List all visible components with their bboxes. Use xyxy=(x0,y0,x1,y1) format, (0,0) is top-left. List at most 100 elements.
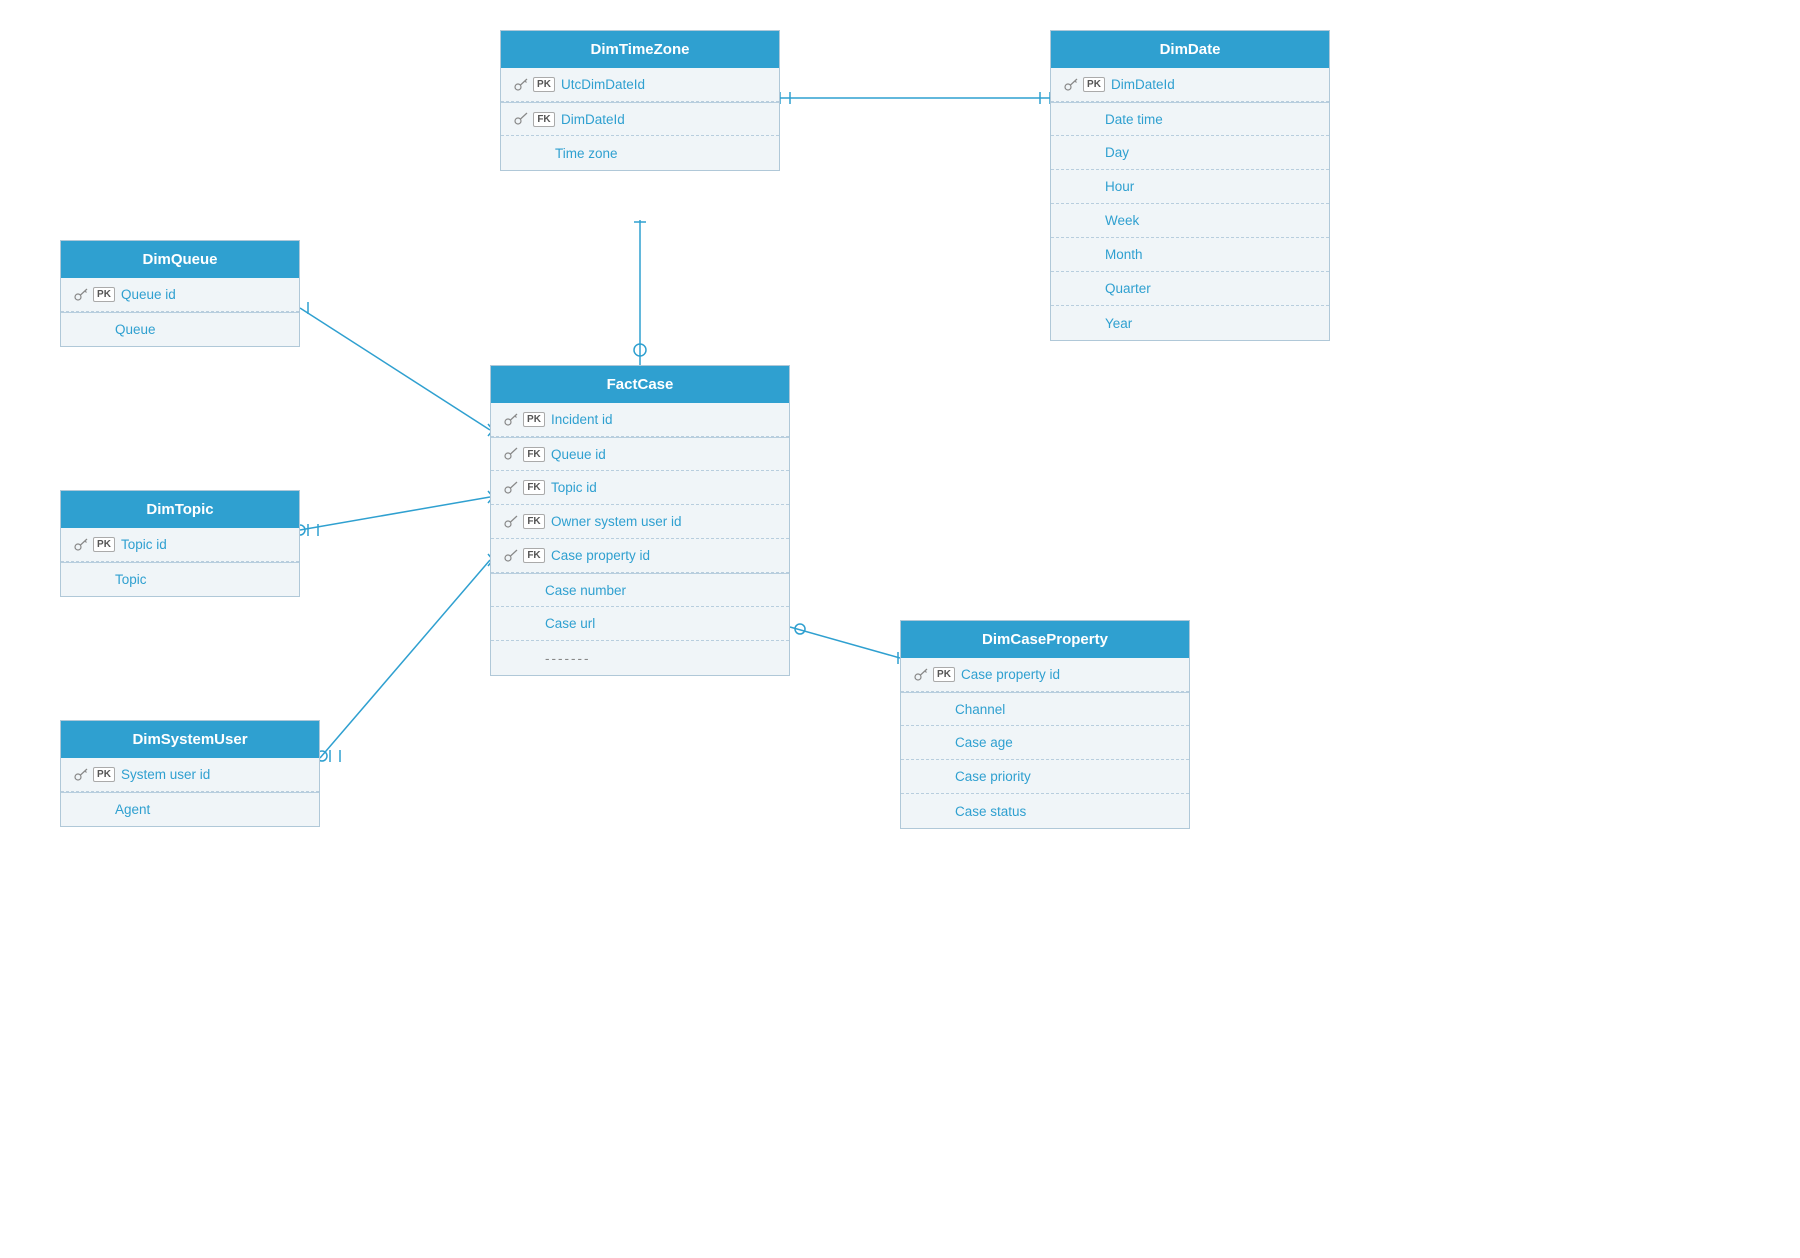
fk-badge: FK xyxy=(523,480,545,495)
field-name: Queue id xyxy=(121,287,176,302)
field-name: Channel xyxy=(955,702,1005,717)
entity-title-dimtopic: DimTopic xyxy=(146,501,213,518)
entity-row: Time zone xyxy=(501,136,779,170)
entity-row: PK Incident id xyxy=(491,403,789,437)
field-name: Case priority xyxy=(955,769,1031,784)
field-name: Quarter xyxy=(1105,281,1151,296)
entity-header-dimqueue: DimQueue xyxy=(61,241,299,278)
entity-row: Case status xyxy=(901,794,1189,828)
entity-dimtopic: DimTopic PK Topic id Topic xyxy=(60,490,300,597)
entity-body-dimcaseproperty: PK Case property id Channel Case age Cas… xyxy=(901,658,1189,828)
fk-badge: FK xyxy=(523,447,545,462)
entity-row: Case url xyxy=(491,607,789,641)
entity-body-dimsystemuser: PK System user id Agent xyxy=(61,758,319,826)
entity-title-dimdate: DimDate xyxy=(1160,41,1221,58)
field-name: Topic xyxy=(115,572,147,587)
entity-row: Agent xyxy=(61,792,319,826)
entity-row: FK Topic id xyxy=(491,471,789,505)
entity-header-dimsystemuser: DimSystemUser xyxy=(61,721,319,758)
entity-row: Topic xyxy=(61,562,299,596)
entity-row: Case age xyxy=(901,726,1189,760)
entity-body-dimdate: PK DimDateId Date time Day Hour Week Mon… xyxy=(1051,68,1329,340)
field-name: Case property id xyxy=(551,548,650,563)
key-icon xyxy=(513,77,529,93)
entity-header-dimtopic: DimTopic xyxy=(61,491,299,528)
key-icon xyxy=(513,111,529,127)
entity-row: PK Case property id xyxy=(901,658,1189,692)
entity-row: PK Topic id xyxy=(61,528,299,562)
entity-header-dimdate: DimDate xyxy=(1051,31,1329,68)
field-name: Case url xyxy=(545,616,595,631)
fk-badge: FK xyxy=(523,548,545,563)
field-name: Time zone xyxy=(555,146,618,161)
entity-title-dimsystemuser: DimSystemUser xyxy=(132,731,247,748)
entity-row: PK UtcDimDateId xyxy=(501,68,779,102)
fk-badge: FK xyxy=(523,514,545,529)
entity-row: FK Owner system user id xyxy=(491,505,789,539)
field-name: Case number xyxy=(545,583,626,598)
entity-row: Queue xyxy=(61,312,299,346)
field-name: Agent xyxy=(115,802,150,817)
field-name: System user id xyxy=(121,767,210,782)
field-name: Case age xyxy=(955,735,1013,750)
field-name: Queue id xyxy=(551,447,606,462)
entity-row: Month xyxy=(1051,238,1329,272)
key-icon xyxy=(503,480,519,496)
entity-factcase: FactCase PK Incident id FK Queue id FK T… xyxy=(490,365,790,676)
field-name: Topic id xyxy=(551,480,597,495)
entity-row: Case priority xyxy=(901,760,1189,794)
field-name: Topic id xyxy=(121,537,167,552)
entity-dimtimezone: DimTimeZone PK UtcDimDateId FK DimDateId… xyxy=(500,30,780,171)
fk-badge: FK xyxy=(533,112,555,127)
field-name: UtcDimDateId xyxy=(561,77,645,92)
entity-row: ------- xyxy=(491,641,789,675)
pk-badge: PK xyxy=(93,767,115,782)
pk-badge: PK xyxy=(933,667,955,682)
entity-body-dimtimezone: PK UtcDimDateId FK DimDateId Time zone xyxy=(501,68,779,170)
key-icon xyxy=(913,667,929,683)
field-name: Incident id xyxy=(551,412,613,427)
field-name: Hour xyxy=(1105,179,1134,194)
entity-row: Week xyxy=(1051,204,1329,238)
entity-title-dimcaseproperty: DimCaseProperty xyxy=(982,631,1108,648)
field-dots: ------- xyxy=(545,651,590,666)
key-icon xyxy=(503,446,519,462)
entity-header-factcase: FactCase xyxy=(491,366,789,403)
field-name: Date time xyxy=(1105,112,1163,127)
field-name: Owner system user id xyxy=(551,514,682,529)
entity-header-dimcaseproperty: DimCaseProperty xyxy=(901,621,1189,658)
key-icon xyxy=(73,287,89,303)
field-name: DimDateId xyxy=(561,112,625,127)
entity-row: FK DimDateId xyxy=(501,102,779,136)
key-icon xyxy=(503,548,519,564)
key-icon xyxy=(73,767,89,783)
key-icon xyxy=(503,412,519,428)
entity-row: PK DimDateId xyxy=(1051,68,1329,102)
pk-badge: PK xyxy=(93,287,115,302)
field-name: Year xyxy=(1105,316,1132,331)
entity-dimdate: DimDate PK DimDateId Date time Day Hour … xyxy=(1050,30,1330,341)
entity-row: Day xyxy=(1051,136,1329,170)
entity-title-dimqueue: DimQueue xyxy=(142,251,217,268)
key-icon xyxy=(1063,77,1079,93)
entity-row: PK Queue id xyxy=(61,278,299,312)
entity-row: Year xyxy=(1051,306,1329,340)
key-icon xyxy=(73,537,89,553)
entity-row: Quarter xyxy=(1051,272,1329,306)
entity-row: Hour xyxy=(1051,170,1329,204)
pk-badge: PK xyxy=(523,412,545,427)
pk-badge: PK xyxy=(533,77,555,92)
entity-body-dimqueue: PK Queue id Queue xyxy=(61,278,299,346)
entity-body-factcase: PK Incident id FK Queue id FK Topic id F… xyxy=(491,403,789,675)
field-name: Week xyxy=(1105,213,1139,228)
pk-badge: PK xyxy=(1083,77,1105,92)
diagram-container: DimTimeZone PK UtcDimDateId FK DimDateId… xyxy=(0,0,1800,1258)
entity-row: Channel xyxy=(901,692,1189,726)
entity-row: PK System user id xyxy=(61,758,319,792)
field-name: Case status xyxy=(955,804,1026,819)
entity-dimsystemuser: DimSystemUser PK System user id Agent xyxy=(60,720,320,827)
field-name: DimDateId xyxy=(1111,77,1175,92)
entity-row: Date time xyxy=(1051,102,1329,136)
entity-header-dimtimezone: DimTimeZone xyxy=(501,31,779,68)
field-name: Queue xyxy=(115,322,156,337)
